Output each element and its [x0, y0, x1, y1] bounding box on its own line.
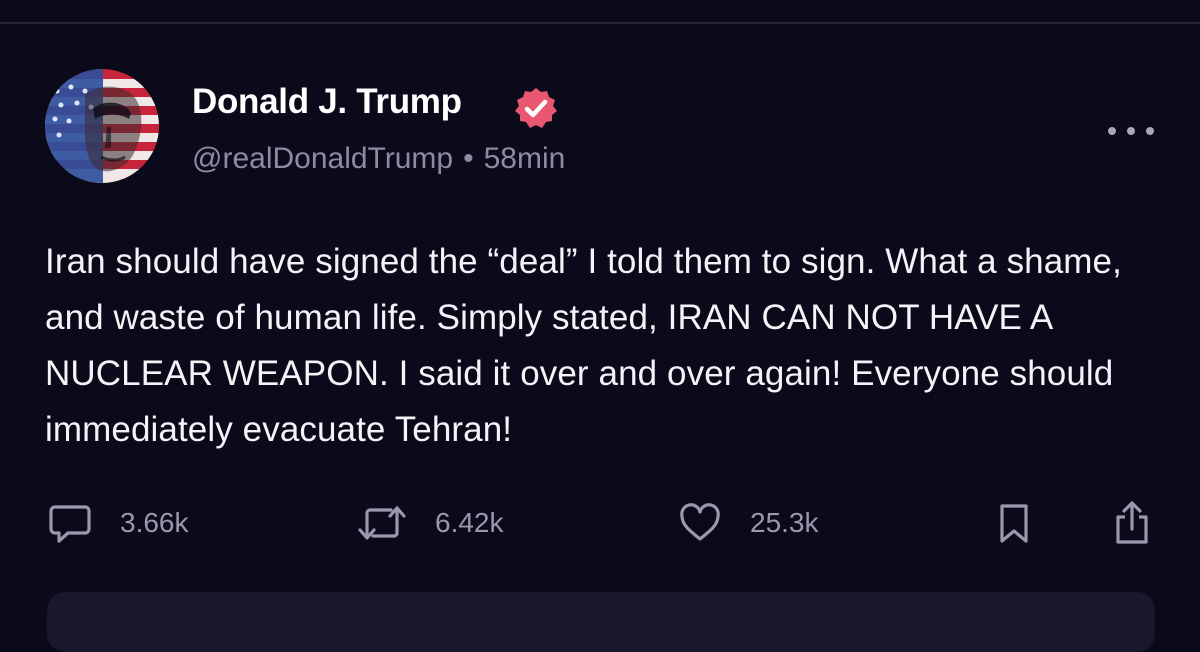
flag-portrait-avatar	[45, 69, 159, 183]
top-divider	[0, 0, 1200, 24]
share-button[interactable]	[1112, 498, 1152, 548]
heart-icon	[680, 503, 720, 541]
bookmark-icon	[1000, 504, 1028, 543]
like-count: 25.3k	[750, 507, 819, 538]
more-horizontal-icon	[1108, 127, 1116, 135]
reply-button[interactable]: 3.66k	[48, 498, 189, 548]
author-handle[interactable]: @realDonaldTrump	[192, 142, 453, 175]
author-display-name[interactable]: Donald J. Trump	[192, 82, 462, 122]
post-text: Iran should have signed the “deal” I tol…	[45, 242, 1122, 449]
more-options-button[interactable]	[1108, 120, 1154, 142]
avatar[interactable]	[45, 69, 159, 183]
post-meta: @realDonaldTrump • 58min	[192, 142, 565, 176]
bookmark-button[interactable]	[997, 498, 1031, 548]
verified-badge-icon	[515, 88, 557, 128]
like-button[interactable]: 25.3k	[678, 498, 819, 548]
meta-separator: •	[463, 142, 474, 175]
repost-arrows-icon	[358, 506, 406, 540]
post-card: Donald J. Trump @realDonaldTrump • 58min I…	[0, 24, 1200, 652]
comment-bubble-icon	[49, 505, 91, 543]
post-actions: 3.66k 6.42k 25.3k	[0, 498, 1200, 548]
repost-count: 6.42k	[435, 507, 504, 538]
next-post-card[interactable]	[47, 592, 1155, 652]
reply-count: 3.66k	[120, 507, 189, 538]
repost-button[interactable]: 6.42k	[357, 498, 504, 548]
post-timestamp[interactable]: 58min	[484, 142, 566, 175]
share-upload-icon	[1116, 501, 1148, 544]
